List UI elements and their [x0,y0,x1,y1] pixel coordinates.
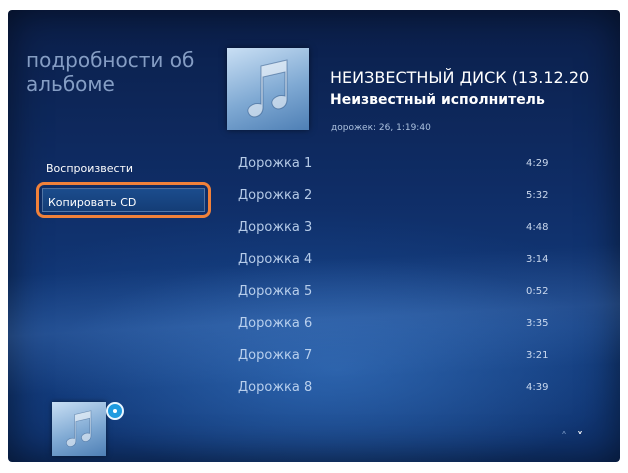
track-name: Дорожка 5 [238,284,313,299]
track-duration: 0:52 [526,286,549,297]
track-row[interactable]: Дорожка 1 4:29 [238,156,568,176]
scroll-down-icon[interactable]: ˅ [577,430,583,444]
copy-cd-button[interactable]: Копировать CD [42,188,205,212]
album-art [227,48,309,130]
track-name: Дорожка 8 [238,380,313,395]
track-row[interactable]: Дорожка 6 3:35 [238,316,568,336]
track-row[interactable]: Дорожка 4 3:14 [238,252,568,272]
track-name: Дорожка 3 [238,220,313,235]
now-playing-thumbnail[interactable] [52,402,106,456]
copy-cd-highlight: Копировать CD [36,182,211,218]
track-row[interactable]: Дорожка 5 0:52 [238,284,568,304]
track-duration: 5:32 [526,190,549,201]
track-name: Дорожка 4 [238,252,313,267]
cd-badge-icon [106,402,124,420]
copy-cd-label: Копировать CD [48,196,137,209]
track-row[interactable]: Дорожка 8 4:39 [238,380,568,400]
scroll-up-icon[interactable]: ˄ [561,430,567,444]
track-row[interactable]: Дорожка 7 3:21 [238,348,568,368]
media-center-window: подробности об альбоме НЕИЗВЕСТНЫЙ ДИСК … [8,10,620,462]
page-title: подробности об альбоме [26,48,195,96]
track-duration: 3:21 [526,350,549,361]
track-name: Дорожка 2 [238,188,313,203]
music-note-icon [247,59,288,118]
track-row[interactable]: Дорожка 2 5:32 [238,188,568,208]
track-duration: 4:29 [526,158,549,169]
music-note-icon [66,410,92,447]
play-button[interactable]: Воспроизвести [46,162,133,175]
album-track-info: дорожек: 26, 1:19:40 [331,123,431,133]
track-name: Дорожка 7 [238,348,313,363]
track-duration: 3:35 [526,318,549,329]
album-title: НЕИЗВЕСТНЫЙ ДИСК (13.12.20 [330,68,590,87]
track-duration: 3:14 [526,254,549,265]
scroll-controls: ˄ ˅ [561,430,597,444]
track-duration: 4:48 [526,222,549,233]
track-name: Дорожка 1 [238,156,313,171]
album-artist: Неизвестный исполнитель [330,92,545,108]
track-duration: 4:39 [526,382,549,393]
track-name: Дорожка 6 [238,316,313,331]
track-row[interactable]: Дорожка 3 4:48 [238,220,568,240]
